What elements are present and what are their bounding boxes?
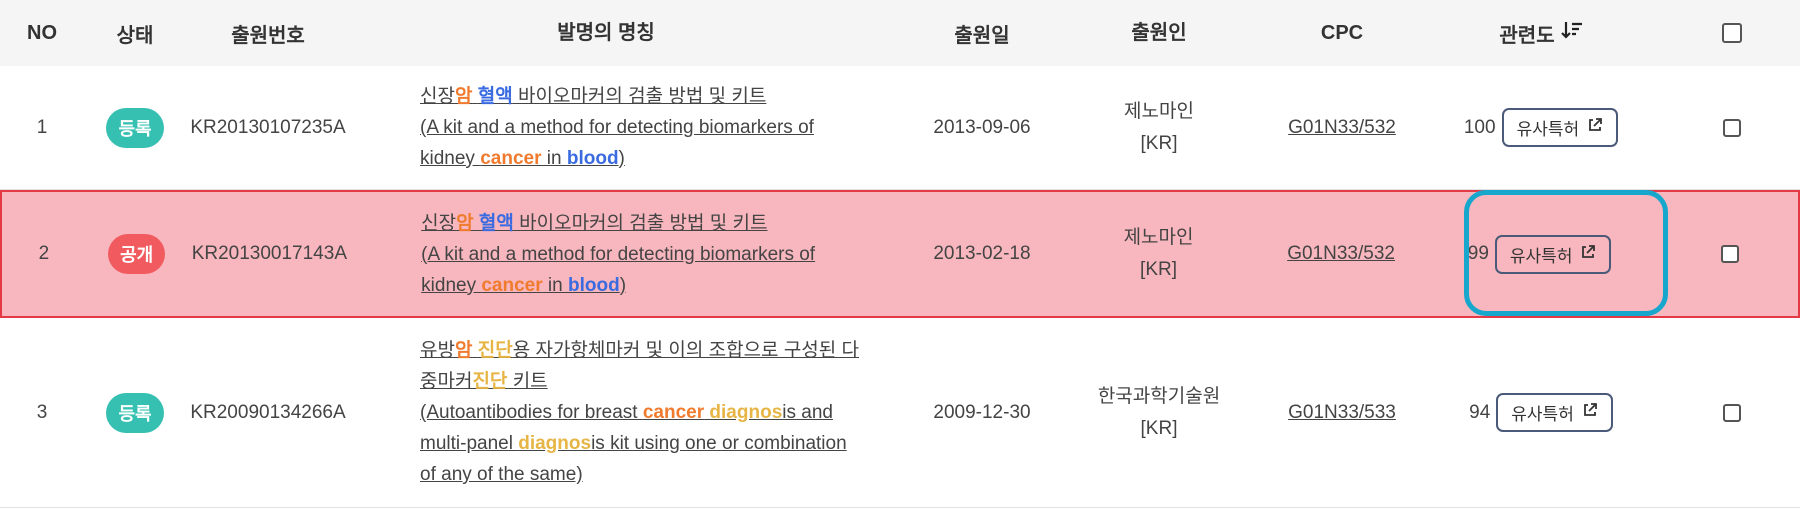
invention-title-link[interactable]: 신장암 혈액 바이오마커의 검출 방법 및 키트 (A kit and a me… (350, 81, 862, 174)
applicant-country: [KR] (1140, 132, 1178, 154)
similar-patents-label: 유사특허 (1516, 120, 1580, 139)
table-row: 1 등록 KR20130107235A 신장암 혈액 바이오마커의 검출 방법 … (0, 66, 1800, 190)
relevance-score: 94 (1469, 401, 1491, 423)
similar-patents-button[interactable]: 유사특허 (1494, 234, 1612, 274)
applicant: 제노마인 [KR] (1052, 96, 1266, 160)
applicant-name: 제노마인 (1124, 100, 1194, 122)
table-row-selected: 2 공개 KR20130017143A 신장암 혈액 바이오마커의 검출 방법 … (0, 190, 1800, 318)
sort-descending-icon[interactable] (1560, 20, 1583, 46)
similar-patents-label: 유사특허 (1511, 405, 1574, 424)
cpc-link[interactable]: G01N33/533 (1288, 402, 1396, 423)
row-number: 3 (36, 401, 48, 423)
row-checkbox[interactable] (1721, 245, 1740, 263)
application-date: 2013-02-18 (933, 243, 1031, 264)
row-checkbox[interactable] (1723, 118, 1741, 137)
application-date: 2009-12-30 (933, 401, 1031, 423)
similar-patents-button[interactable]: 유사특허 (1496, 393, 1613, 432)
header-relevance-label: 관련도 (1499, 24, 1555, 47)
cpc-link[interactable]: G01N33/532 (1287, 243, 1395, 264)
header-application-number: 출원번호 (231, 24, 305, 47)
table-row: 3 등록 KR20090134266A 유방암 진단용 자가항체마커 및 이의 … (0, 318, 1800, 508)
applicant-country: [KR] (1140, 417, 1178, 439)
external-link-icon (1587, 117, 1603, 138)
external-link-icon (1582, 402, 1598, 423)
application-date: 2013-09-06 (933, 116, 1031, 138)
header-application-date: 출원일 (954, 24, 1010, 47)
row-checkbox[interactable] (1723, 403, 1741, 422)
relevance-score: 100 (1463, 116, 1496, 138)
row-number: 1 (36, 116, 48, 138)
applicant-country: [KR] (1140, 259, 1177, 280)
similar-patents-label: 유사특허 (1509, 246, 1573, 266)
header-relevance-sort[interactable]: 관련도 (1418, 19, 1664, 48)
application-number: KR20090134266A (190, 401, 346, 423)
external-link-icon (1580, 244, 1596, 265)
patent-results-table: NO 상태 출원번호 발명의 명칭 출원일 출원인 CPC 관련도 1 등록 K… (0, 0, 1800, 508)
similar-patents-button[interactable]: 유사특허 (1501, 108, 1619, 147)
header-no: NO (27, 21, 57, 44)
status-badge: 공개 (108, 234, 166, 274)
applicant-name: 제노마인 (1123, 227, 1194, 248)
cpc-link[interactable]: G01N33/532 (1288, 117, 1396, 138)
header-invention-title: 발명의 명칭 (557, 21, 655, 44)
relevance-score: 99 (1467, 243, 1489, 264)
header-status: 상태 (116, 24, 154, 47)
invention-title-link[interactable]: 유방암 진단용 자가항체마커 및 이의 조합으로 구성된 다중마커진단 키트 (… (350, 335, 862, 490)
applicant: 제노마인 [KR] (1052, 222, 1265, 286)
status-badge: 등록 (106, 107, 164, 148)
invention-title-link[interactable]: 신장암 혈액 바이오마커의 검출 방법 및 키트 (A kit and a me… (351, 208, 862, 301)
table-header: NO 상태 출원번호 발명의 명칭 출원일 출원인 CPC 관련도 (0, 0, 1800, 66)
row-number: 2 (38, 243, 50, 264)
header-cpc: CPC (1320, 21, 1364, 44)
status-badge: 등록 (106, 392, 164, 433)
application-number: KR20130017143A (191, 243, 347, 264)
select-all-checkbox[interactable] (1722, 23, 1742, 43)
applicant-name: 한국과학기술원 (1097, 385, 1221, 407)
application-number: KR20130107235A (190, 116, 346, 138)
header-applicant: 출원인 (1131, 22, 1187, 44)
applicant: 한국과학기술원 [KR] (1052, 381, 1266, 445)
